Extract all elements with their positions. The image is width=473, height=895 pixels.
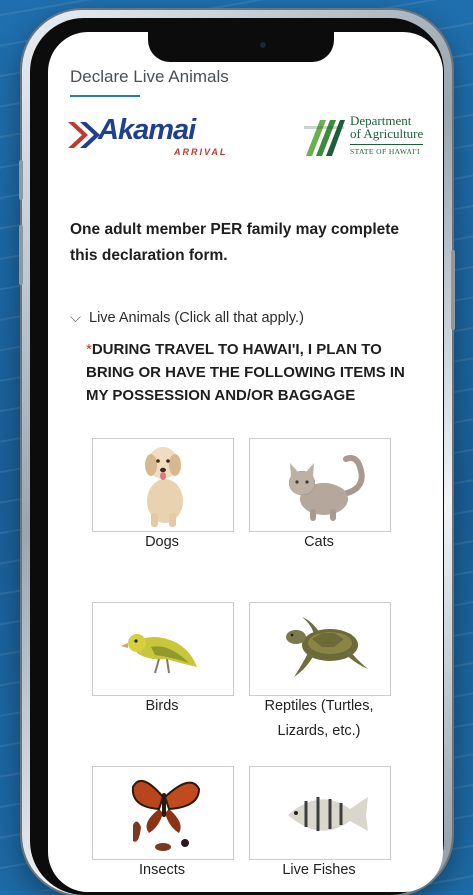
- section-label: Live Animals (Click all that apply.): [89, 310, 304, 326]
- phone-frame: Declare Live Animals Akamai ARRIVAL Depa…: [19, 10, 455, 895]
- option-label-dogs: Dogs: [145, 534, 179, 550]
- phone-side-button: [451, 250, 455, 330]
- cat-icon: [289, 455, 365, 521]
- page-title: Declare Live Animals: [70, 67, 229, 86]
- option-tile-birds[interactable]: [92, 602, 234, 696]
- doa-logo-line3: STATE OF HAWAI'I: [350, 144, 424, 156]
- option-label-cats: Cats: [304, 534, 334, 550]
- department-of-agriculture-logo: Department of Agriculture STATE OF HAWAI…: [304, 114, 434, 164]
- option-tile-reptiles[interactable]: [249, 602, 391, 696]
- option-tile-insects[interactable]: [92, 766, 234, 860]
- option-tile-dogs[interactable]: [92, 438, 234, 532]
- option-label-insects: Insects: [139, 862, 185, 878]
- akamai-arrival-logo: Akamai ARRIVAL: [68, 114, 228, 164]
- bird-icon: [121, 634, 197, 674]
- phone-screen: Declare Live Animals Akamai ARRIVAL Depa…: [48, 32, 443, 892]
- live-animals-section-toggle[interactable]: ⌵ Live Animals (Click all that apply.): [70, 310, 304, 326]
- option-tile-live-fishes[interactable]: [249, 766, 391, 860]
- akamai-arrow-icon: [68, 122, 100, 148]
- fish-icon: [288, 797, 368, 831]
- phone-side-button: [19, 160, 23, 200]
- turtle-icon: [286, 617, 368, 677]
- akamai-logo-sub: ARRIVAL: [174, 147, 228, 157]
- dog-icon: [145, 447, 183, 527]
- phone-side-button: [19, 225, 23, 285]
- phone-notch: [148, 32, 334, 62]
- doa-leaf-icon: [304, 120, 345, 156]
- chevron-down-icon: ⌵: [70, 310, 81, 326]
- doa-logo-line2: of Agriculture: [350, 126, 424, 141]
- option-label-birds: Birds: [145, 698, 179, 714]
- question-text: DURING TRAVEL TO HAWAI'I, I PLAN TO BRIN…: [86, 341, 405, 404]
- butterfly-icon: [131, 779, 201, 851]
- camera-icon: [260, 42, 266, 48]
- title-underline: [70, 95, 140, 97]
- required-question: *DURING TRAVEL TO HAWAI'I, I PLAN TO BRI…: [86, 338, 416, 407]
- option-label-reptiles: Reptiles (Turtles, Lizards, etc.): [264, 698, 374, 739]
- intro-text: One adult member PER family may complete…: [70, 221, 400, 264]
- option-label-live-fishes: Live Fishes: [282, 862, 356, 878]
- option-tile-cats[interactable]: [249, 438, 391, 532]
- akamai-logo-word: Akamai: [98, 114, 196, 146]
